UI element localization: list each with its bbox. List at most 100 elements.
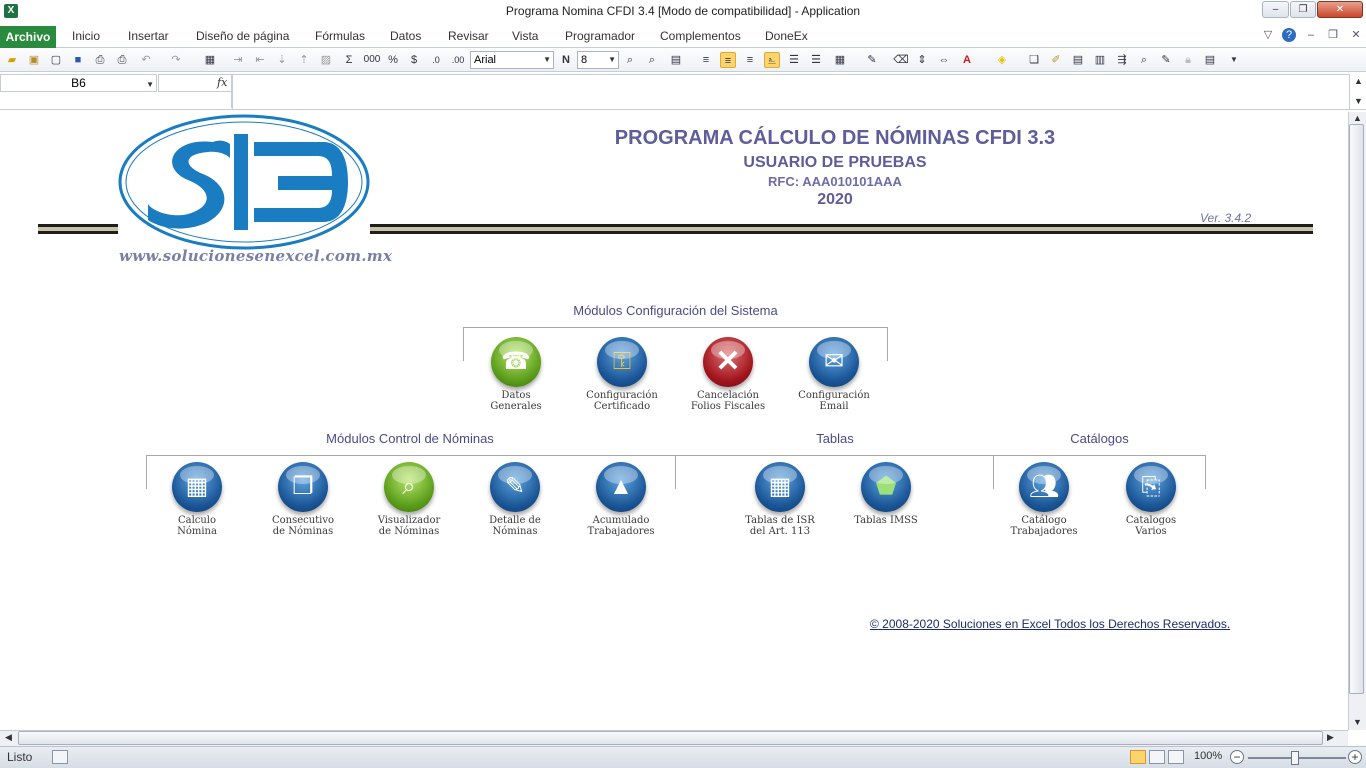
module-detalle-nominas[interactable]: ✎ Detalle de Nóminas (463, 462, 567, 537)
zoom-in-icon[interactable]: ⌕ (622, 52, 638, 68)
table-icon[interactable]: ▦ (202, 52, 218, 68)
font-size-select[interactable]: 8 ▼ (577, 51, 619, 69)
module-acumulado-trabajadores[interactable]: ▲ Acumulado Trabajadores (569, 462, 673, 537)
copy-format-icon[interactable]: ❏ (1026, 52, 1042, 68)
module-configuracion-certificado[interactable]: ⚿ Configuración Certificado (570, 337, 674, 412)
module-consecutivo-nominas[interactable]: ❐ Consecutivo de Nóminas (251, 462, 355, 537)
tab-revisar[interactable]: Revisar (448, 27, 489, 47)
percent-icon[interactable]: % (385, 52, 401, 68)
module-tablas-isr[interactable]: ▦ Tablas de ISR del Art. 113 (728, 462, 832, 537)
redo-icon[interactable]: ↷ (168, 52, 184, 68)
delete-rows-icon[interactable]: ⇤ (252, 52, 268, 68)
align-middle-icon[interactable]: ☰ (786, 52, 802, 68)
normal-view-button[interactable] (1130, 750, 1146, 764)
zoom-out-button[interactable]: − (1230, 750, 1244, 764)
close-button[interactable]: ✕ (1317, 1, 1363, 18)
tab-complementos[interactable]: Complementos (660, 27, 741, 47)
merge-icon[interactable]: ▤ (668, 52, 684, 68)
module-cancelacion-folios[interactable]: ✕ Cancelación Folios Fiscales (676, 337, 780, 412)
find-icon[interactable]: ⌕ (1136, 52, 1152, 68)
minimize-button[interactable]: – (1262, 1, 1289, 18)
insert-columns-icon[interactable]: ⇣ (274, 52, 290, 68)
delete-columns-icon[interactable]: ⇡ (296, 52, 312, 68)
scroll-left-icon[interactable]: ◀ (5, 732, 12, 743)
paste-icon[interactable]: ▣ (26, 52, 42, 68)
page-layout-view-button[interactable] (1149, 750, 1165, 764)
format-painter-icon[interactable]: ✐ (1048, 52, 1064, 68)
tab-insertar[interactable]: Insertar (128, 27, 169, 47)
indent-icon[interactable]: ⇶ (1114, 52, 1130, 68)
font-select[interactable]: Arial ▼ (470, 51, 554, 69)
print-icon[interactable]: ⎙ (114, 52, 130, 68)
eraser-icon[interactable]: ⌫ (893, 52, 909, 68)
insert-rows-icon[interactable]: ⇥ (230, 52, 246, 68)
bold-icon[interactable]: N (558, 52, 574, 68)
tab-doneex[interactable]: DoneEx (765, 27, 808, 47)
draw-icon[interactable]: ✎ (1158, 52, 1174, 68)
tab-programador[interactable]: Programador (565, 27, 635, 47)
row-height-icon[interactable]: ⇕ (914, 52, 930, 68)
page-break-view-button[interactable] (1168, 750, 1184, 764)
align-right-icon[interactable]: ≡ (742, 52, 758, 68)
fill-color-icon[interactable]: ◈ (994, 52, 1010, 68)
print-preview-icon[interactable]: ⎙ (92, 52, 108, 68)
horizontal-scroll-thumb[interactable] (18, 731, 1323, 745)
module-tablas-imss[interactable]: ⬟ Tablas IMSS (834, 462, 938, 526)
save-icon[interactable]: ■ (70, 52, 86, 68)
tab-inicio[interactable]: Inicio (72, 27, 100, 47)
tab-archivo[interactable]: Archivo (0, 26, 56, 48)
increase-decimal-icon[interactable]: .0 (428, 52, 444, 68)
borders-icon[interactable]: ▦ (832, 52, 848, 68)
collapse-ribbon-icon[interactable]: ▽ (1261, 28, 1275, 42)
font-color-icon[interactable]: A (959, 52, 975, 68)
name-box[interactable]: B6 ▼ (0, 74, 157, 92)
insert-function-button[interactable]: fx (217, 76, 227, 89)
close-icon[interactable]: ✕ (1349, 28, 1363, 42)
search-icon[interactable]: ⌕ (644, 52, 660, 68)
module-configuracion-email[interactable]: ✉ Configuración Email (782, 337, 886, 412)
help-icon[interactable]: ? (1282, 28, 1296, 42)
currency-icon[interactable]: $ (406, 52, 422, 68)
border-color-icon[interactable]: ✎ (864, 52, 880, 68)
minimize-icon[interactable]: – (1304, 28, 1318, 42)
copyright-link[interactable]: © 2008-2020 Soluciones en Excel Todos lo… (870, 617, 1230, 631)
vertical-scroll-thumb[interactable] (1349, 124, 1364, 694)
scroll-down-icon[interactable]: ▼ (1353, 717, 1362, 727)
form-icon[interactable]: ▤ (1070, 52, 1086, 68)
align-top-icon[interactable]: ☰ (808, 52, 824, 68)
module-visualizador-nominas[interactable]: ⌕ Visualizador de Nóminas (357, 462, 461, 537)
undo-icon[interactable]: ↶ (138, 52, 154, 68)
open-icon[interactable]: ▰ (4, 52, 20, 68)
scroll-down-icon[interactable]: ▼ (1354, 96, 1363, 106)
restore-icon[interactable]: ❐ (1326, 28, 1340, 42)
module-catalogos-varios[interactable]: ⎘ Catalogos Varios (1099, 462, 1203, 537)
tab-formulas[interactable]: Fórmulas (315, 27, 365, 47)
autosum-icon[interactable]: Σ (341, 52, 357, 68)
module-calculo-nomina[interactable]: ▦ Calculo Nómina (145, 462, 249, 537)
scroll-up-icon[interactable]: ▲ (1354, 76, 1363, 86)
scroll-right-icon[interactable]: ▶ (1327, 732, 1334, 743)
align-bottom-icon[interactable]: ⎁ (764, 52, 780, 68)
align-left-icon[interactable]: ≡ (698, 52, 714, 68)
align-center-icon[interactable]: ≡ (720, 52, 736, 68)
thousands-icon[interactable]: 000 (362, 52, 382, 68)
tab-datos[interactable]: Datos (390, 27, 421, 47)
zoom-level[interactable]: 100% (1194, 750, 1222, 762)
maximize-button[interactable]: ❐ (1290, 1, 1316, 18)
customize-toolbar-icon[interactable]: ▼ (1226, 52, 1242, 68)
column-width-icon[interactable]: ⇔ (936, 52, 952, 68)
new-document-icon[interactable]: ▢ (48, 52, 64, 68)
lock-icon[interactable]: 🔒︎ (1180, 52, 1196, 68)
module-datos-generales[interactable]: ☎ Datos Generales (464, 337, 568, 412)
tab-vista[interactable]: Vista (512, 27, 538, 47)
formula-input[interactable] (232, 74, 1350, 110)
macro-record-icon[interactable] (52, 750, 68, 764)
tab-diseno-pagina[interactable]: Diseño de página (196, 27, 289, 47)
options-icon[interactable]: ▤ (1202, 52, 1218, 68)
conditional-format-icon[interactable]: ▥ (1092, 52, 1108, 68)
zoom-in-button[interactable]: + (1348, 750, 1362, 764)
chart-icon[interactable]: ▨ (318, 52, 334, 68)
decrease-decimal-icon[interactable]: .00 (450, 52, 466, 68)
module-catalogo-trabajadores[interactable]: 👥︎ Catálogo Trabajadores (992, 462, 1096, 537)
zoom-slider-thumb[interactable] (1291, 751, 1299, 765)
